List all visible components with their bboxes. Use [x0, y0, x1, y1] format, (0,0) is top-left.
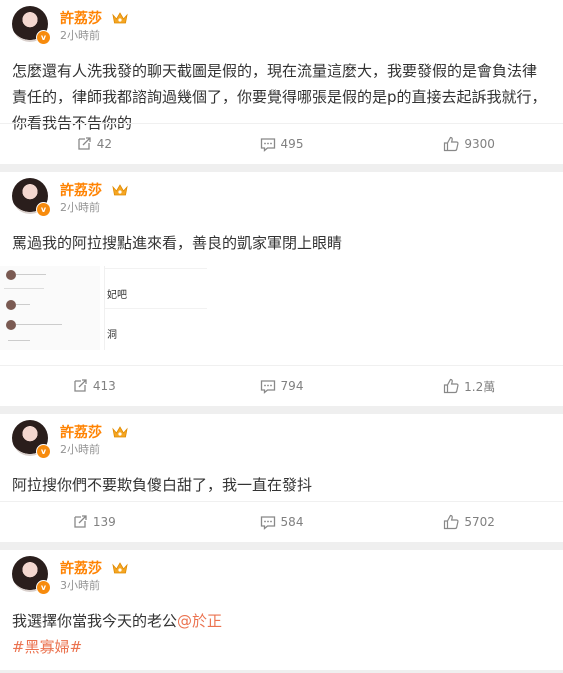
weibo-feed: v 許荔莎 2小時前 怎麼還有人洗我發的聊天截圖是假的，現在流量這麼大，我要發假… [0, 0, 563, 670]
author-name[interactable]: 許荔莎 [60, 180, 129, 201]
post-actions: 413 794 1.2萬 [0, 365, 563, 406]
author-name[interactable]: 許荔莎 [60, 422, 129, 443]
comment-icon [260, 515, 275, 530]
crown-icon [111, 425, 129, 443]
comment-button[interactable]: 584 [188, 515, 376, 530]
post-card: v 許荔莎 2小時前 阿拉搜你們不要欺負傻白甜了，我一直在發抖 139 584 [0, 414, 563, 542]
comment-button[interactable]: 495 [188, 137, 376, 152]
hashtag-link[interactable]: #黑寡婦# [12, 638, 82, 656]
image-snippet-text: 妃吧 [107, 290, 127, 301]
author-name-text[interactable]: 許荔莎 [60, 561, 102, 577]
repost-count: 139 [92, 515, 116, 529]
author-name-text[interactable]: 許荔莎 [60, 183, 102, 199]
post-header: v 許荔莎 2小時前 [0, 0, 563, 54]
comment-count: 584 [280, 515, 304, 529]
author-name[interactable]: 許荔莎 [60, 558, 129, 579]
like-count: 9300 [464, 137, 495, 151]
crown-icon [111, 11, 129, 29]
post-image[interactable]: 妃吧 洞 [0, 266, 563, 356]
post-text: 我選擇你當我今天的老公 [12, 612, 178, 630]
like-button[interactable]: 9300 [375, 136, 563, 152]
post-time[interactable]: 2小時前 [60, 441, 100, 457]
like-count: 5702 [464, 515, 495, 529]
post-card: v 許荔莎 2小時前 罵過我的阿拉搜點進來看，善良的凱家軍閉上眼睛 妃吧 洞 4… [0, 172, 563, 406]
post-text-block: 我選擇你當我今天的老公@於正 #黑寡婦# [0, 604, 563, 670]
post-header: v 許荔莎 3小時前 [0, 550, 563, 604]
like-icon [444, 378, 459, 394]
author-name-text[interactable]: 許荔莎 [60, 425, 102, 441]
avatar [6, 300, 16, 310]
comment-icon [260, 137, 275, 152]
repost-count: 42 [96, 137, 112, 151]
repost-count: 413 [92, 379, 116, 393]
repost-icon [74, 515, 87, 528]
like-icon [444, 514, 459, 530]
avatar[interactable]: v [12, 556, 51, 595]
divider [105, 308, 207, 309]
post-actions: 139 584 5702 [0, 501, 563, 542]
repost-button[interactable]: 42 [0, 136, 188, 152]
comment-count: 495 [280, 137, 304, 151]
repost-button[interactable]: 413 [0, 378, 188, 394]
like-icon [444, 136, 459, 152]
post-card: v 許荔莎 3小時前 我選擇你當我今天的老公@於正 #黑寡婦# [0, 550, 563, 670]
verified-badge-icon: v [36, 202, 51, 217]
repost-button[interactable]: 139 [0, 514, 188, 530]
divider [4, 288, 44, 289]
like-count: 1.2萬 [464, 379, 496, 394]
post-time[interactable]: 2小時前 [60, 199, 100, 215]
crown-icon [111, 561, 129, 579]
divider [16, 274, 46, 275]
post-time[interactable]: 3小時前 [60, 577, 100, 593]
verified-badge-icon: v [36, 580, 51, 595]
comment-button[interactable]: 794 [188, 379, 376, 394]
crown-icon [111, 183, 129, 201]
repost-icon [74, 379, 87, 392]
divider [105, 268, 207, 269]
post-header: v 許荔莎 2小時前 [0, 172, 563, 226]
avatar[interactable]: v [12, 6, 51, 45]
avatar[interactable]: v [12, 420, 51, 459]
verified-badge-icon: v [36, 444, 51, 459]
like-button[interactable]: 5702 [375, 514, 563, 530]
screenshot-image-left[interactable] [0, 266, 100, 350]
author-name[interactable]: 許荔莎 [60, 8, 129, 29]
avatar [6, 270, 16, 280]
avatar[interactable]: v [12, 178, 51, 217]
repost-icon [78, 137, 91, 150]
author-name-text[interactable]: 許荔莎 [60, 11, 102, 27]
divider [8, 340, 30, 341]
verified-badge-icon: v [36, 30, 51, 45]
comment-count: 794 [280, 379, 304, 393]
divider [16, 304, 30, 305]
screenshot-image-right[interactable]: 妃吧 洞 [104, 266, 207, 350]
post-actions: 42 495 9300 [0, 123, 563, 164]
post-card: v 許荔莎 2小時前 怎麼還有人洗我發的聊天截圖是假的，現在流量這麼大，我要發假… [0, 0, 563, 164]
divider [16, 324, 62, 325]
like-button[interactable]: 1.2萬 [375, 378, 563, 395]
image-snippet-text: 洞 [107, 330, 117, 341]
avatar [6, 320, 16, 330]
post-header: v 許荔莎 2小時前 [0, 414, 563, 468]
post-text: 罵過我的阿拉搜點進來看，善良的凱家軍閉上眼睛 [12, 234, 343, 252]
post-time[interactable]: 2小時前 [60, 27, 100, 43]
comment-icon [260, 379, 275, 394]
mention-link[interactable]: @於正 [177, 612, 222, 630]
